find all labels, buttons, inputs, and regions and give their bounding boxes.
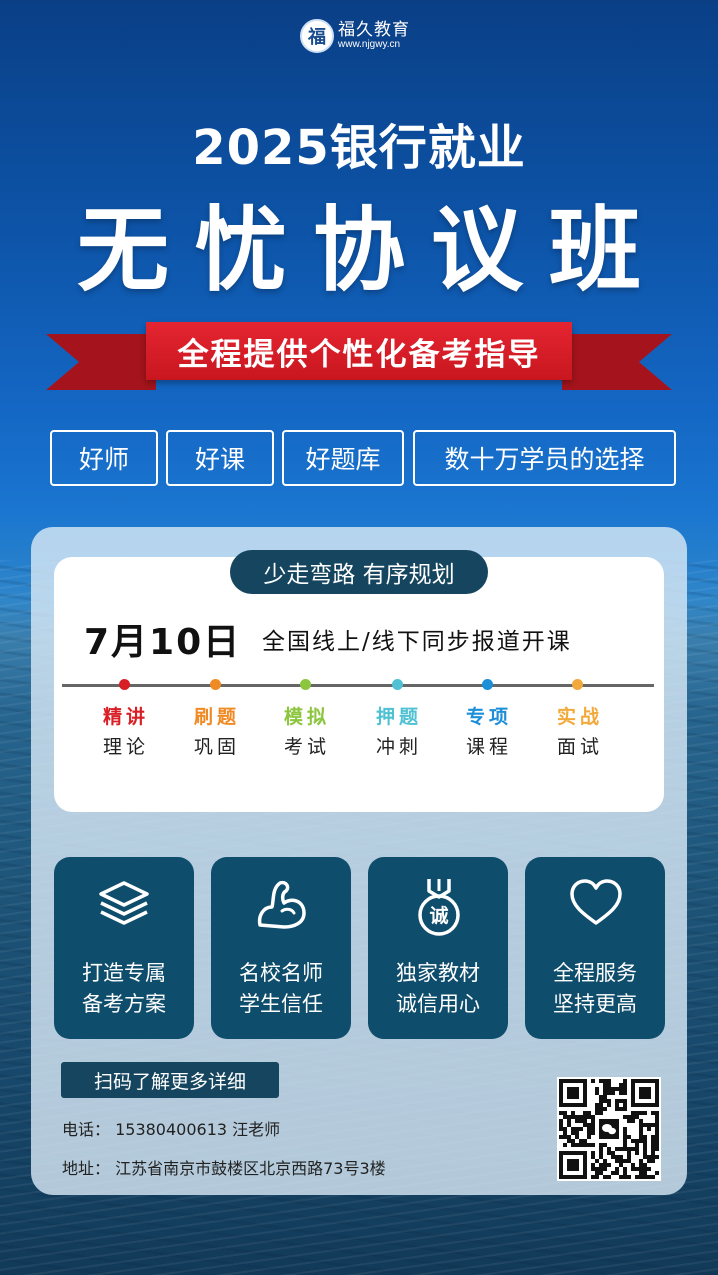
timeline-dot bbox=[300, 679, 311, 690]
tag-good-courses: 好课 bbox=[166, 430, 274, 486]
start-description: 全国线上/线下同步报道开课 bbox=[262, 629, 572, 655]
ribbon-tail-left bbox=[46, 334, 156, 390]
scan-label: 扫码了解更多详细 bbox=[61, 1062, 279, 1098]
brand-name: 福久教育 bbox=[338, 20, 410, 40]
feature-line1: 独家教材 bbox=[396, 961, 480, 985]
stage-title: 专项 bbox=[465, 706, 512, 728]
timeline-dot bbox=[392, 679, 403, 690]
timeline-dot bbox=[572, 679, 583, 690]
stage-item: 刷题 巩固 bbox=[175, 702, 255, 759]
stage-title: 精讲 bbox=[102, 706, 149, 728]
stage-title: 押题 bbox=[375, 706, 422, 728]
heart-icon bbox=[570, 879, 622, 925]
start-date: 7月10日 bbox=[84, 622, 242, 663]
timeline-dot bbox=[482, 679, 493, 690]
tag-good-teachers: 好师 bbox=[50, 430, 158, 486]
feature-line1: 名校名师 bbox=[239, 961, 323, 985]
ribbon-banner: 全程提供个性化备考指导 bbox=[46, 322, 672, 390]
header-subtitle: 2025银行就业 bbox=[192, 120, 526, 176]
brand-mark-icon: 福 bbox=[300, 19, 334, 53]
schedule-pill: 少走弯路 有序规划 bbox=[230, 550, 488, 594]
wechat-qr-code-icon bbox=[559, 1079, 659, 1179]
feature-line1: 打造专属 bbox=[82, 961, 166, 985]
feature-card-service[interactable]: 全程服务 坚持更高 bbox=[525, 857, 665, 1039]
tag-question-bank: 好题库 bbox=[282, 430, 404, 486]
stage-item: 实战 面试 bbox=[538, 702, 618, 759]
stage-item: 专项 课程 bbox=[447, 702, 527, 759]
feature-line2: 学生信任 bbox=[239, 992, 323, 1016]
brand-logo[interactable]: 福 福久教育 www.njgwy.cn bbox=[300, 18, 410, 54]
address-info: 地址： 江苏省南京市鼓楼区北京西路73号3楼 bbox=[62, 1159, 386, 1178]
timeline-line bbox=[62, 684, 654, 687]
ribbon-tail-right bbox=[562, 334, 672, 390]
layers-icon bbox=[99, 881, 149, 925]
feature-line2: 坚持更高 bbox=[553, 992, 637, 1016]
muscle-arm-icon bbox=[257, 880, 306, 929]
stage-subtitle: 理论 bbox=[102, 736, 149, 758]
stage-subtitle: 面试 bbox=[556, 736, 603, 758]
stage-title: 刷题 bbox=[193, 706, 240, 728]
stage-item: 精讲 理论 bbox=[84, 702, 164, 759]
header-title: 无忧协议班 bbox=[76, 197, 667, 304]
stage-subtitle: 巩固 bbox=[193, 736, 240, 758]
feature-card-plan[interactable]: 打造专属 备考方案 bbox=[54, 857, 194, 1039]
stage-item: 押题 冲刺 bbox=[357, 702, 437, 759]
stage-title: 模拟 bbox=[283, 706, 330, 728]
feature-line2: 备考方案 bbox=[82, 992, 166, 1016]
medal-text: 诚 bbox=[429, 905, 448, 927]
feature-line2: 诚信用心 bbox=[396, 992, 480, 1016]
qr-code[interactable] bbox=[557, 1077, 661, 1181]
stage-item: 模拟 考试 bbox=[265, 702, 345, 759]
tag-students-choice: 数十万学员的选择 bbox=[413, 430, 676, 486]
timeline-dot bbox=[210, 679, 221, 690]
timeline-dot bbox=[119, 679, 130, 690]
stage-title: 实战 bbox=[556, 706, 603, 728]
stage-subtitle: 课程 bbox=[465, 736, 512, 758]
feature-card-materials[interactable]: 诚 独家教材 诚信用心 bbox=[368, 857, 508, 1039]
stage-subtitle: 考试 bbox=[283, 736, 330, 758]
stage-subtitle: 冲刺 bbox=[375, 736, 422, 758]
ribbon-text: 全程提供个性化备考指导 bbox=[146, 322, 572, 380]
feature-line1: 全程服务 bbox=[553, 961, 637, 985]
feature-card-teachers[interactable]: 名校名师 学生信任 bbox=[211, 857, 351, 1039]
phone-info[interactable]: 电话： 15380400613 汪老师 bbox=[62, 1116, 280, 1140]
medal-icon: 诚 bbox=[418, 879, 460, 936]
brand-url: www.njgwy.cn bbox=[338, 39, 401, 50]
